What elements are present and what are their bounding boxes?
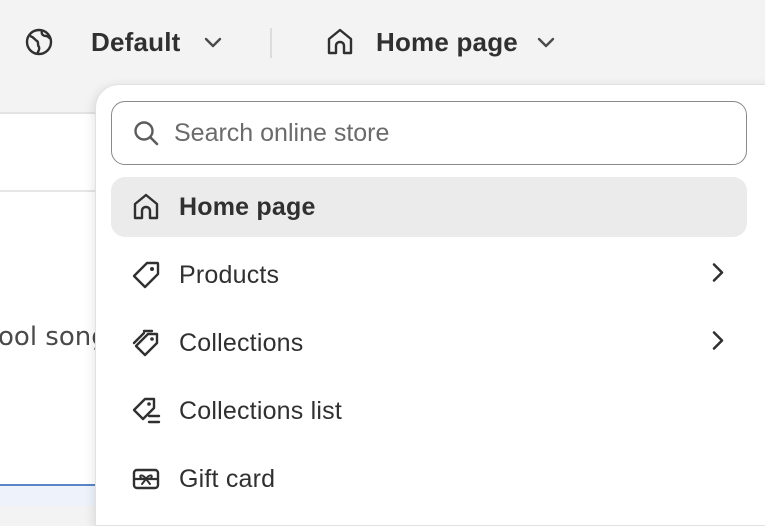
- menu-item-label: Collections list: [179, 396, 342, 425]
- gift-card-icon: [131, 464, 161, 494]
- chevron-right-icon: [711, 330, 725, 357]
- topbar-separator: [270, 28, 272, 58]
- menu-item-gift-card[interactable]: Gift card: [111, 449, 747, 509]
- menu-item-home-page[interactable]: Home page: [111, 177, 747, 237]
- search-input[interactable]: [174, 118, 714, 148]
- chevron-down-icon: [536, 35, 556, 49]
- top-bar: Default Home page: [0, 0, 765, 84]
- page-selector-dropdown: Home page Products Collections: [95, 84, 765, 526]
- page-selector[interactable]: Home page: [325, 22, 556, 62]
- tag-list-icon: [131, 396, 161, 426]
- menu-item-label: Products: [179, 260, 280, 289]
- tag-icon: [131, 260, 161, 290]
- market-label: Default: [91, 26, 181, 57]
- menu-item-label: Gift card: [179, 464, 276, 493]
- menu-item-label: Collections: [179, 328, 304, 357]
- home-icon: [325, 27, 355, 57]
- chevron-right-icon: [711, 262, 725, 289]
- menu-item-label: Home page: [179, 192, 316, 221]
- page-label: Home page: [376, 26, 518, 57]
- chevron-down-icon: [203, 35, 223, 49]
- menu-item-collections-list[interactable]: Collections list: [111, 381, 747, 441]
- preview-text-snippet: ool song: [0, 322, 108, 352]
- search-icon: [132, 119, 160, 147]
- tags-icon: [131, 328, 161, 358]
- menu-item-collections[interactable]: Collections: [111, 313, 747, 373]
- home-icon: [131, 192, 161, 222]
- search-box[interactable]: [111, 101, 747, 165]
- market-selector[interactable]: Default: [24, 22, 223, 62]
- globe-icon: [24, 27, 54, 57]
- menu-item-products[interactable]: Products: [111, 245, 747, 305]
